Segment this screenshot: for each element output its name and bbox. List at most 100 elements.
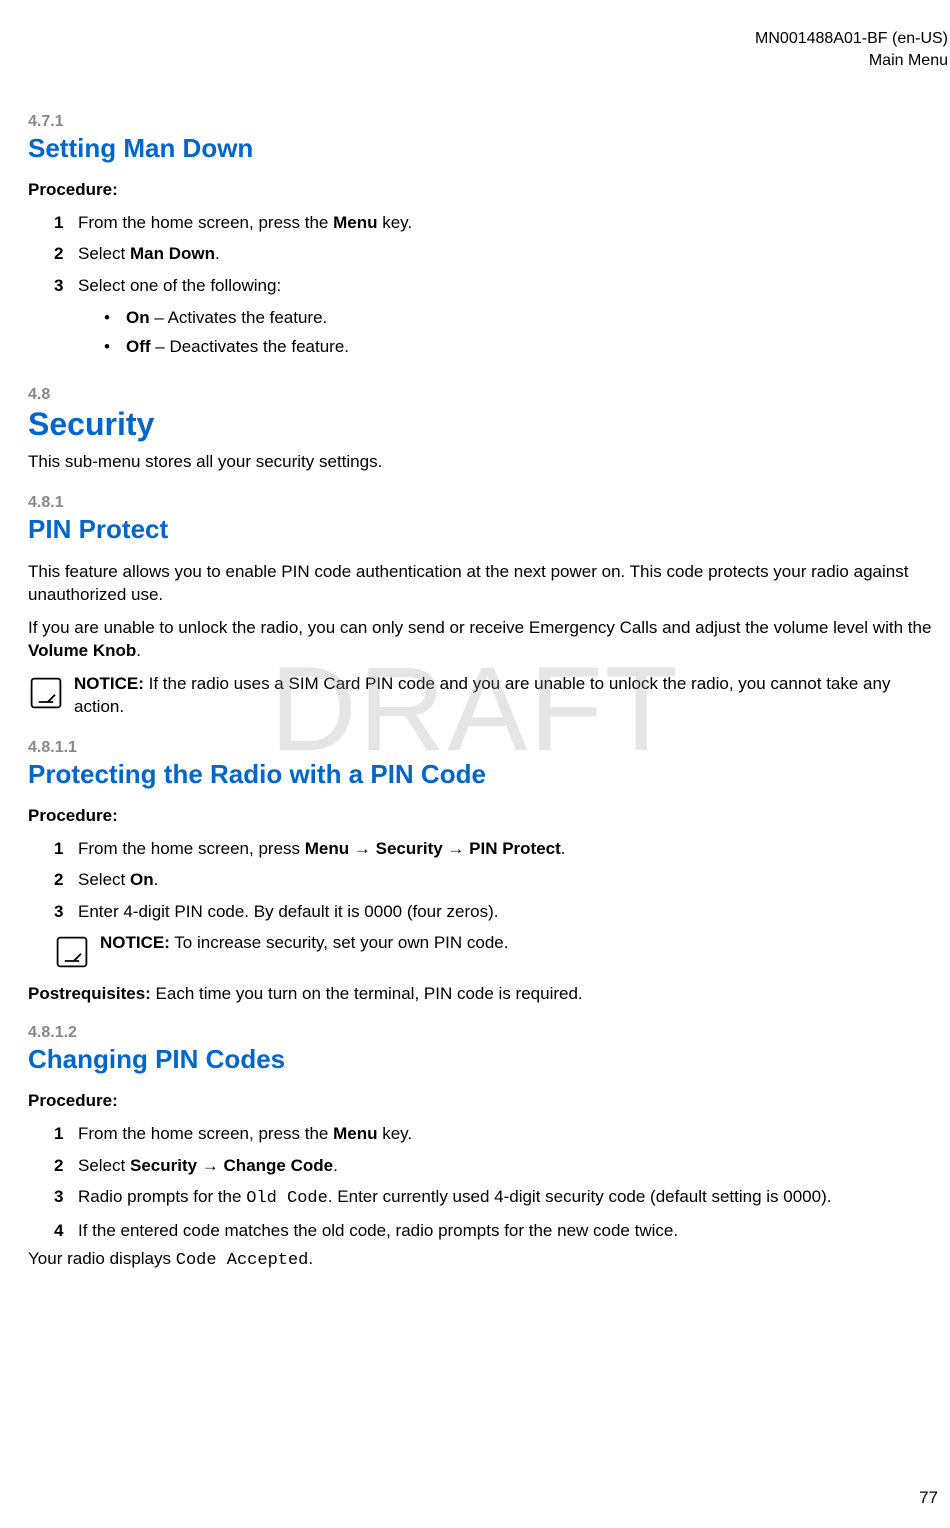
- procedure-steps: 1 From the home screen, press the Menu k…: [28, 1121, 936, 1243]
- notice-text: NOTICE: If the radio uses a SIM Card PIN…: [74, 673, 936, 719]
- step-text: key.: [378, 213, 413, 232]
- option-list: On – Activates the feature. Off – Deacti…: [78, 304, 936, 362]
- step-text: .: [215, 244, 220, 263]
- step-text: .: [154, 870, 159, 889]
- section-number: 4.8.1: [28, 494, 936, 512]
- option-text: – Deactivates the feature.: [151, 337, 349, 356]
- step-bold: Security: [130, 1156, 197, 1175]
- step-bold: Security: [376, 839, 443, 858]
- step-text: From the home screen, press: [78, 839, 305, 858]
- step-item: 3 Radio prompts for the Old Code. Enter …: [54, 1184, 936, 1212]
- body-text: This sub-menu stores all your security s…: [28, 451, 936, 474]
- procedure-steps: 1 From the home screen, press the Menu k…: [28, 210, 936, 362]
- notice-icon: [54, 934, 90, 970]
- step-bold: Menu: [333, 1124, 377, 1143]
- step-text: key.: [378, 1124, 413, 1143]
- procedure-label: Procedure:: [28, 180, 936, 200]
- page-number: 77: [919, 1488, 938, 1508]
- notice-body: If the radio uses a SIM Card PIN code an…: [74, 674, 890, 716]
- step-text: Select: [78, 1156, 130, 1175]
- doc-section: Main Menu: [0, 50, 948, 72]
- postreq-label: Postrequisites:: [28, 984, 151, 1003]
- step-bold: Change Code: [224, 1156, 334, 1175]
- step-text: Select one of the following:: [78, 276, 281, 295]
- section-heading: Setting Man Down: [28, 133, 936, 164]
- step-text: From the home screen, press the: [78, 213, 333, 232]
- step-item: 2 Select Man Down.: [54, 241, 936, 267]
- step-number: 3: [54, 273, 63, 299]
- notice-body: To increase security, set your own PIN c…: [170, 933, 509, 952]
- step-text: →: [349, 839, 375, 858]
- step-item: 1 From the home screen, press Menu → Sec…: [54, 836, 936, 862]
- step-item: 2 Select On.: [54, 867, 936, 893]
- step-text: . Enter currently used 4-digit security …: [328, 1187, 832, 1206]
- step-text: Radio prompts for the: [78, 1187, 246, 1206]
- step-number: 3: [54, 1184, 63, 1210]
- step-number: 2: [54, 241, 63, 267]
- step-text: .: [561, 839, 566, 858]
- step-number: 4: [54, 1218, 63, 1244]
- notice-label: NOTICE:: [74, 674, 144, 693]
- option-bold: Off: [126, 337, 151, 356]
- body-text: .: [136, 641, 141, 660]
- section-heading: Changing PIN Codes: [28, 1044, 936, 1075]
- step-item: 4 If the entered code matches the old co…: [54, 1218, 936, 1244]
- body-bold: Volume Knob: [28, 641, 136, 660]
- step-code: Old Code: [246, 1189, 328, 1208]
- notice-block: NOTICE: To increase security, set your o…: [54, 932, 936, 970]
- notice-text: NOTICE: To increase security, set your o…: [100, 932, 508, 955]
- step-text: Select: [78, 244, 130, 263]
- step-item: 3 Enter 4-digit PIN code. By default it …: [54, 899, 936, 971]
- step-item: 1 From the home screen, press the Menu k…: [54, 1121, 936, 1147]
- result-text-part: .: [308, 1249, 313, 1268]
- procedure-label: Procedure:: [28, 1091, 936, 1111]
- step-number: 3: [54, 899, 63, 925]
- step-bold: Man Down: [130, 244, 215, 263]
- step-text: Enter 4-digit PIN code. By default it is…: [78, 902, 498, 921]
- step-item: 1 From the home screen, press the Menu k…: [54, 210, 936, 236]
- step-number: 2: [54, 1153, 63, 1179]
- page-header: MN001488A01-BF (en-US) Main Menu: [0, 28, 950, 73]
- option-text: – Activates the feature.: [150, 308, 328, 327]
- procedure-label: Procedure:: [28, 806, 936, 826]
- list-item: Off – Deactivates the feature.: [104, 333, 936, 362]
- step-text: Select: [78, 870, 130, 889]
- step-item: 3 Select one of the following: On – Acti…: [54, 273, 936, 362]
- section-number: 4.7.1: [28, 113, 936, 131]
- doc-id: MN001488A01-BF (en-US): [0, 28, 948, 50]
- section-number: 4.8.1.2: [28, 1024, 936, 1042]
- step-text: If the entered code matches the old code…: [78, 1221, 678, 1240]
- notice-label: NOTICE:: [100, 933, 170, 952]
- step-bold: PIN Protect: [469, 839, 561, 858]
- step-number: 2: [54, 867, 63, 893]
- body-text: If you are unable to unlock the radio, y…: [28, 617, 936, 663]
- step-text: →: [197, 1156, 223, 1175]
- result-code: Code Accepted: [176, 1251, 309, 1270]
- postrequisites: Postrequisites: Each time you turn on th…: [28, 984, 936, 1004]
- step-number: 1: [54, 836, 63, 862]
- section-heading: Security: [28, 406, 936, 443]
- step-bold: On: [130, 870, 154, 889]
- result-text-part: Your radio displays: [28, 1249, 176, 1268]
- step-text: From the home screen, press the: [78, 1124, 333, 1143]
- body-text: This feature allows you to enable PIN co…: [28, 561, 936, 607]
- section-number: 4.8.1.1: [28, 739, 936, 757]
- postreq-text: Each time you turn on the terminal, PIN …: [151, 984, 583, 1003]
- list-item: On – Activates the feature.: [104, 304, 936, 333]
- step-text: →: [443, 839, 469, 858]
- result-text: Your radio displays Code Accepted.: [28, 1249, 936, 1270]
- body-text: If you are unable to unlock the radio, y…: [28, 618, 931, 637]
- notice-block: NOTICE: If the radio uses a SIM Card PIN…: [28, 673, 936, 719]
- step-item: 2 Select Security → Change Code.: [54, 1153, 936, 1179]
- section-heading: Protecting the Radio with a PIN Code: [28, 759, 936, 790]
- step-number: 1: [54, 1121, 63, 1147]
- section-number: 4.8: [28, 386, 936, 404]
- step-text: .: [333, 1156, 338, 1175]
- step-bold: Menu: [333, 213, 377, 232]
- step-bold: Menu: [305, 839, 349, 858]
- step-number: 1: [54, 210, 63, 236]
- procedure-steps: 1 From the home screen, press Menu → Sec…: [28, 836, 936, 971]
- option-bold: On: [126, 308, 150, 327]
- section-heading: PIN Protect: [28, 514, 936, 545]
- notice-icon: [28, 675, 64, 711]
